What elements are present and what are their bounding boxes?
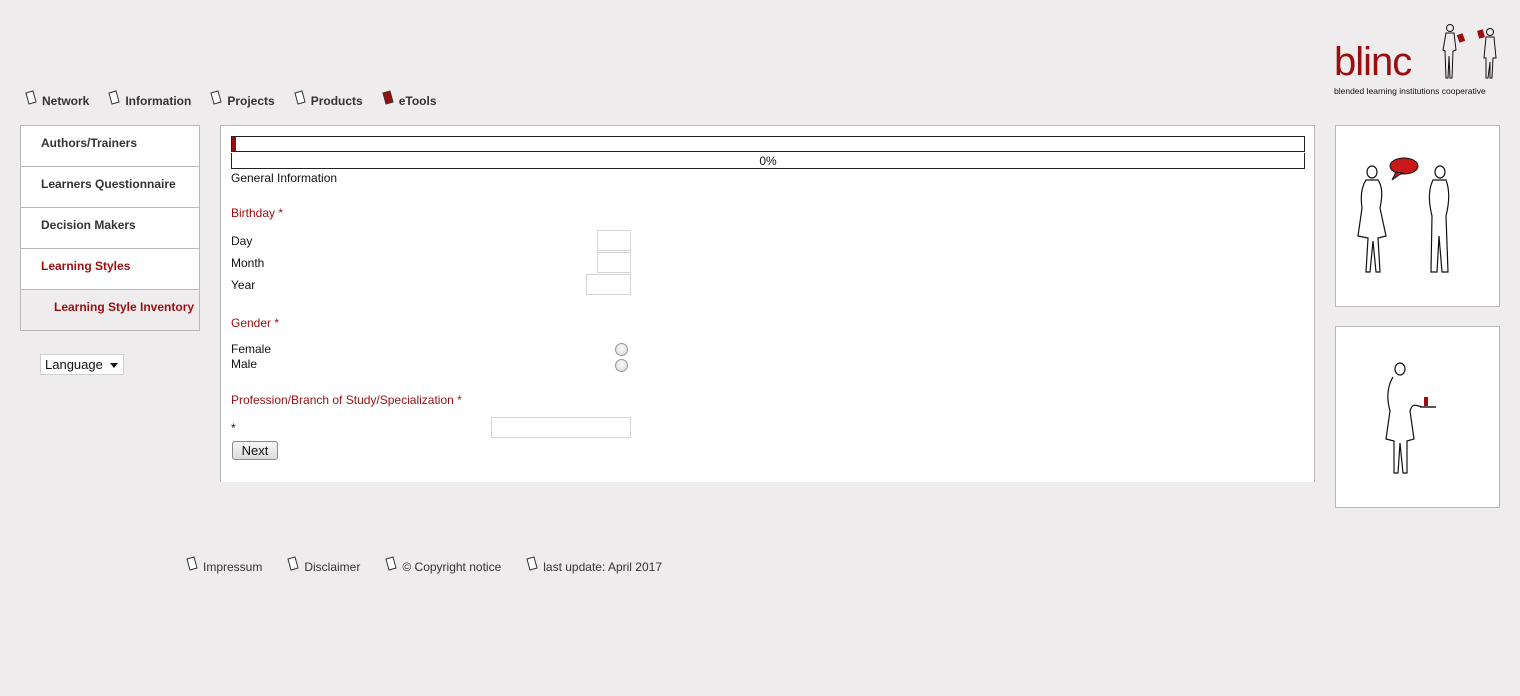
progress-bar-fill	[232, 137, 236, 151]
footer-disclaimer-label: Disclaimer	[304, 560, 361, 574]
blinc-logo[interactable]: blinc blended learning institutions coop…	[1332, 18, 1502, 100]
month-input[interactable]	[597, 252, 631, 273]
footer-impressum-label: Impressum	[203, 560, 263, 574]
footer-copyright[interactable]: © Copyright notice	[384, 556, 502, 574]
profession-field-label: *	[231, 421, 236, 435]
sidebar-subitem-learning-style-inventory[interactable]: Learning Style Inventory	[21, 290, 199, 330]
year-input[interactable]	[586, 274, 631, 295]
nav-etools-label: eTools	[398, 94, 437, 108]
birthday-question: Birthday *	[231, 206, 284, 220]
next-button[interactable]: Next	[232, 441, 278, 460]
sidebar-item-authors-trainers[interactable]: Authors/Trainers	[21, 126, 199, 167]
nav-network[interactable]: Network	[24, 86, 90, 108]
nav-etools[interactable]: eTools	[381, 86, 437, 108]
nav-information[interactable]: Information	[107, 86, 192, 108]
document-icon	[108, 90, 120, 105]
day-input[interactable]	[597, 230, 631, 251]
month-label: Month	[231, 256, 265, 270]
profession-input[interactable]	[491, 417, 631, 438]
day-label: Day	[231, 234, 253, 248]
nav-projects[interactable]: Projects	[209, 86, 275, 108]
footer: Impressum Disclaimer © Copyright notice …	[185, 556, 686, 574]
language-select-label: Language	[45, 357, 103, 372]
document-icon	[25, 90, 37, 105]
document-icon	[186, 556, 198, 571]
footer-impressum[interactable]: Impressum	[185, 556, 263, 574]
nav-products[interactable]: Products	[293, 86, 363, 108]
sidebar-item-decision-makers[interactable]: Decision Makers	[21, 208, 199, 249]
logo-subtitle: blended learning institutions cooperativ…	[1334, 86, 1486, 96]
logo-figures-icon	[1442, 24, 1497, 79]
year-label: Year	[231, 278, 256, 292]
document-icon	[385, 556, 397, 571]
footer-disclaimer[interactable]: Disclaimer	[286, 556, 361, 574]
male-label: Male	[231, 357, 258, 371]
nav-projects-label: Projects	[227, 94, 275, 108]
nav-network-label: Network	[42, 94, 90, 108]
sidebar: Authors/Trainers Learners Questionnaire …	[20, 125, 200, 331]
waiter-figure-icon	[1385, 362, 1436, 474]
female-radio[interactable]	[615, 343, 628, 356]
top-navigation: Network Information Projects Products eT…	[24, 86, 455, 108]
document-icon	[210, 90, 222, 105]
section-title: General Information	[231, 171, 338, 185]
language-select[interactable]: Language	[40, 354, 124, 375]
progress-bar	[231, 136, 1305, 152]
gender-question: Gender *	[231, 316, 280, 330]
document-icon	[526, 556, 538, 571]
male-radio[interactable]	[615, 359, 628, 372]
document-icon	[287, 556, 299, 571]
questionnaire-panel: 0% General Information Birthday * Day Mo…	[220, 125, 1315, 482]
red-document-icon	[382, 90, 394, 105]
footer-last-update[interactable]: last update: April 2017	[525, 556, 663, 574]
sidebar-item-learning-styles[interactable]: Learning Styles	[21, 249, 199, 290]
footer-copyright-label: © Copyright notice	[402, 560, 502, 574]
nav-products-label: Products	[310, 94, 363, 108]
progress-percentage: 0%	[231, 153, 1305, 169]
chevron-down-icon	[110, 363, 118, 368]
nav-information-label: Information	[125, 94, 192, 108]
sidebar-item-learners-questionnaire[interactable]: Learners Questionnaire	[21, 167, 199, 208]
footer-last-update-label: last update: April 2017	[543, 560, 663, 574]
waiter-illustration	[1335, 326, 1500, 508]
conversation-illustration	[1335, 125, 1500, 307]
female-label: Female	[231, 342, 272, 356]
document-icon	[294, 90, 306, 105]
conversation-figures-icon	[1357, 157, 1450, 273]
profession-question: Profession/Branch of Study/Specializatio…	[231, 393, 462, 407]
logo-text: blinc	[1334, 40, 1412, 84]
